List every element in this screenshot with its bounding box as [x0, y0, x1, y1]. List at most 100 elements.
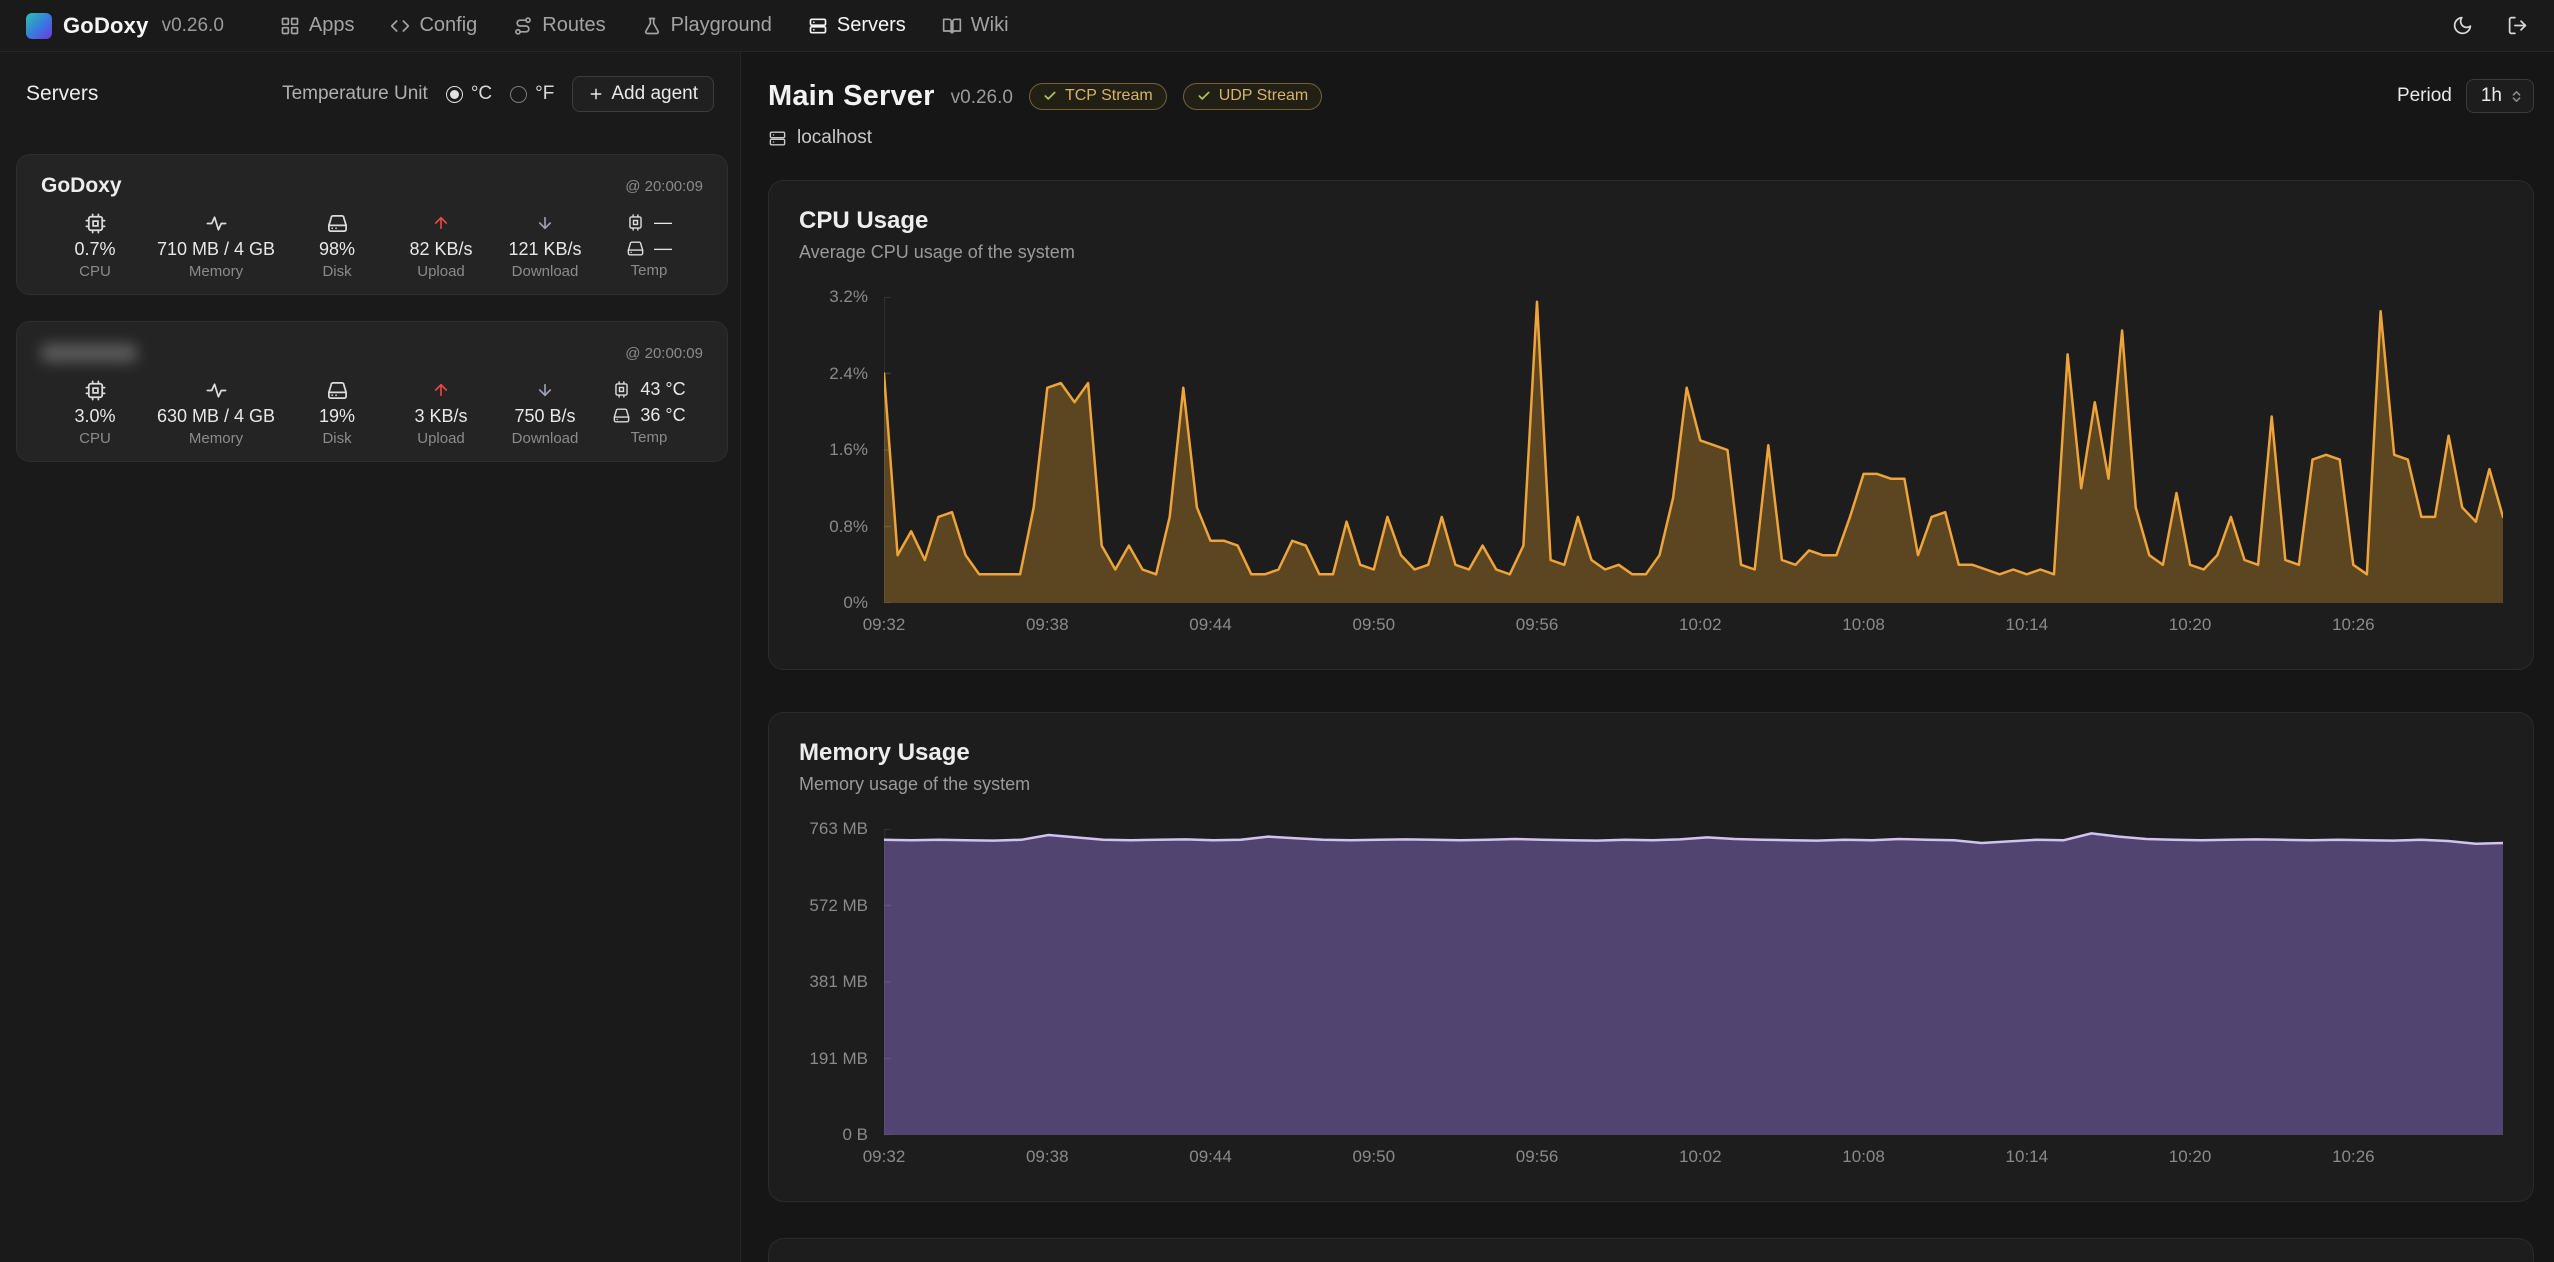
period-value: 1h: [2481, 85, 2502, 107]
upload-arrow-icon: [432, 211, 450, 235]
stat-cpu: 3.0% CPU: [53, 378, 137, 447]
memory-usage-chart-plot[interactable]: [884, 829, 2503, 1135]
dark-mode-toggle-icon[interactable]: [2452, 15, 2473, 36]
check-icon: [1197, 89, 1211, 103]
x-axis-tick-label: 09:56: [1516, 1147, 1559, 1167]
servers-sidebar: Servers Temperature Unit °C °F Add agent: [0, 52, 741, 1262]
stat-disk: 98% Disk: [295, 211, 379, 280]
radio-fahrenheit-circle: [510, 86, 527, 103]
period-label: Period: [2397, 85, 2452, 107]
download-arrow-icon: [536, 378, 554, 402]
y-axis-tick-label: 381 MB: [809, 972, 868, 992]
disk-temp-icon: [626, 239, 645, 258]
tcp-stream-badge: TCP Stream: [1029, 83, 1167, 110]
y-axis-tick-label: 0.8%: [829, 517, 868, 537]
radio-celsius[interactable]: °C: [446, 83, 492, 105]
cpu-chart-y-axis: 3.2%2.4%1.6%0.8%0%: [799, 297, 884, 603]
radio-fahrenheit[interactable]: °F: [510, 83, 554, 105]
y-axis-tick-label: 191 MB: [809, 1049, 868, 1069]
server-name-redacted: [41, 344, 137, 362]
chevrons-up-down-icon: [2509, 89, 2524, 104]
y-axis-tick-label: 572 MB: [809, 896, 868, 916]
logout-icon[interactable]: [2507, 15, 2528, 36]
page-title: Main Server: [768, 80, 935, 113]
y-axis-tick-label: 1.6%: [829, 440, 868, 460]
flask-icon: [642, 16, 662, 36]
period-select[interactable]: 1h: [2466, 79, 2534, 113]
server-card-godoxy[interactable]: GoDoxy @ 20:00:09 0.7% CPU 710 MB / 4 GB: [16, 154, 728, 295]
host-name: localhost: [797, 127, 872, 149]
server-name: GoDoxy: [41, 174, 122, 198]
cpu-usage-title: CPU Usage: [799, 207, 2503, 235]
x-axis-tick-label: 09:56: [1516, 615, 1559, 635]
x-axis-tick-label: 10:14: [2006, 1147, 2049, 1167]
nav-item-label: Apps: [309, 14, 355, 37]
disk-temp-icon: [612, 406, 631, 425]
udp-stream-badge: UDP Stream: [1183, 83, 1323, 110]
add-agent-button[interactable]: Add agent: [572, 76, 714, 112]
brand[interactable]: GoDoxy v0.26.0: [26, 13, 224, 39]
memory-activity-icon: [205, 378, 228, 402]
stat-upload: 82 KB/s Upload: [399, 211, 483, 280]
host-row: localhost: [768, 126, 1322, 150]
route-icon: [513, 16, 533, 36]
stat-disk: 19% Disk: [295, 378, 379, 447]
nav-item-routes[interactable]: Routes: [513, 14, 605, 37]
radio-celsius-label: °C: [471, 83, 492, 105]
x-axis-tick-label: 09:32: [863, 615, 906, 635]
cpu-chart-x-axis: 09:3209:3809:4409:5009:5610:0210:0810:14…: [884, 603, 2503, 641]
x-axis-tick-label: 10:26: [2332, 1147, 2375, 1167]
brand-name: GoDoxy: [63, 13, 149, 39]
disk-icon: [326, 211, 349, 235]
nav-actions: [2452, 15, 2528, 36]
nav-item-playground[interactable]: Playground: [642, 14, 772, 37]
memory-activity-icon: [205, 211, 228, 235]
nav-item-label: Wiki: [971, 14, 1009, 37]
radio-celsius-circle: [446, 86, 463, 103]
nav-item-servers[interactable]: Servers: [808, 14, 906, 37]
godoxy-logo-icon: [26, 13, 52, 39]
x-axis-tick-label: 09:44: [1189, 615, 1232, 635]
memory-chart-y-axis: 763 MB572 MB381 MB191 MB0 B: [799, 829, 884, 1135]
memory-chart-x-axis: 09:3209:3809:4409:5009:5610:0210:0810:14…: [884, 1135, 2503, 1173]
x-axis-tick-label: 09:38: [1026, 1147, 1069, 1167]
book-icon: [942, 16, 962, 36]
top-nav: GoDoxy v0.26.0 Apps Config Routes Playgr…: [0, 0, 2554, 52]
page-version: v0.26.0: [951, 87, 1013, 109]
cpu-usage-subtitle: Average CPU usage of the system: [799, 242, 2503, 263]
grid-icon: [280, 16, 300, 36]
memory-usage-title: Memory Usage: [799, 739, 2503, 767]
cpu-icon: [84, 378, 107, 402]
x-axis-tick-label: 10:20: [2169, 1147, 2212, 1167]
memory-usage-subtitle: Memory usage of the system: [799, 774, 2503, 795]
disk-icon: [326, 378, 349, 402]
nav-item-config[interactable]: Config: [390, 14, 477, 37]
cpu-usage-panel: CPU Usage Average CPU usage of the syste…: [768, 180, 2534, 670]
stat-memory: 710 MB / 4 GB Memory: [157, 211, 275, 280]
stat-upload: 3 KB/s Upload: [399, 378, 483, 447]
servers-icon: [808, 16, 828, 36]
brand-version: v0.26.0: [162, 15, 224, 37]
x-axis-tick-label: 09:44: [1189, 1147, 1232, 1167]
cpu-usage-chart-plot[interactable]: [884, 297, 2503, 603]
x-axis-tick-label: 10:02: [1679, 1147, 1722, 1167]
check-icon: [1043, 89, 1057, 103]
app-root: GoDoxy v0.26.0 Apps Config Routes Playgr…: [0, 0, 2554, 1262]
nav-item-label: Playground: [671, 14, 772, 37]
x-axis-tick-label: 10:20: [2169, 615, 2212, 635]
server-card-agent[interactable]: @ 20:00:09 3.0% CPU 630 MB / 4 GB Memory: [16, 321, 728, 462]
temperature-unit-label: Temperature Unit: [282, 83, 428, 105]
y-axis-tick-label: 763 MB: [809, 819, 868, 839]
stat-temp: — — Temp: [607, 211, 691, 279]
nav-item-apps[interactable]: Apps: [280, 14, 355, 37]
server-timestamp: @ 20:00:09: [625, 178, 703, 195]
stat-temp: 43 °C 36 °C Temp: [607, 378, 691, 446]
sidebar-title: Servers: [26, 82, 98, 106]
download-arrow-icon: [536, 211, 554, 235]
x-axis-tick-label: 10:26: [2332, 615, 2375, 635]
main-content: Main Server v0.26.0 TCP Stream UDP Strea…: [741, 52, 2554, 1262]
nav-item-label: Servers: [837, 14, 906, 37]
x-axis-tick-label: 10:08: [1842, 615, 1885, 635]
nav-item-wiki[interactable]: Wiki: [942, 14, 1009, 37]
y-axis-tick-label: 0%: [843, 593, 868, 613]
